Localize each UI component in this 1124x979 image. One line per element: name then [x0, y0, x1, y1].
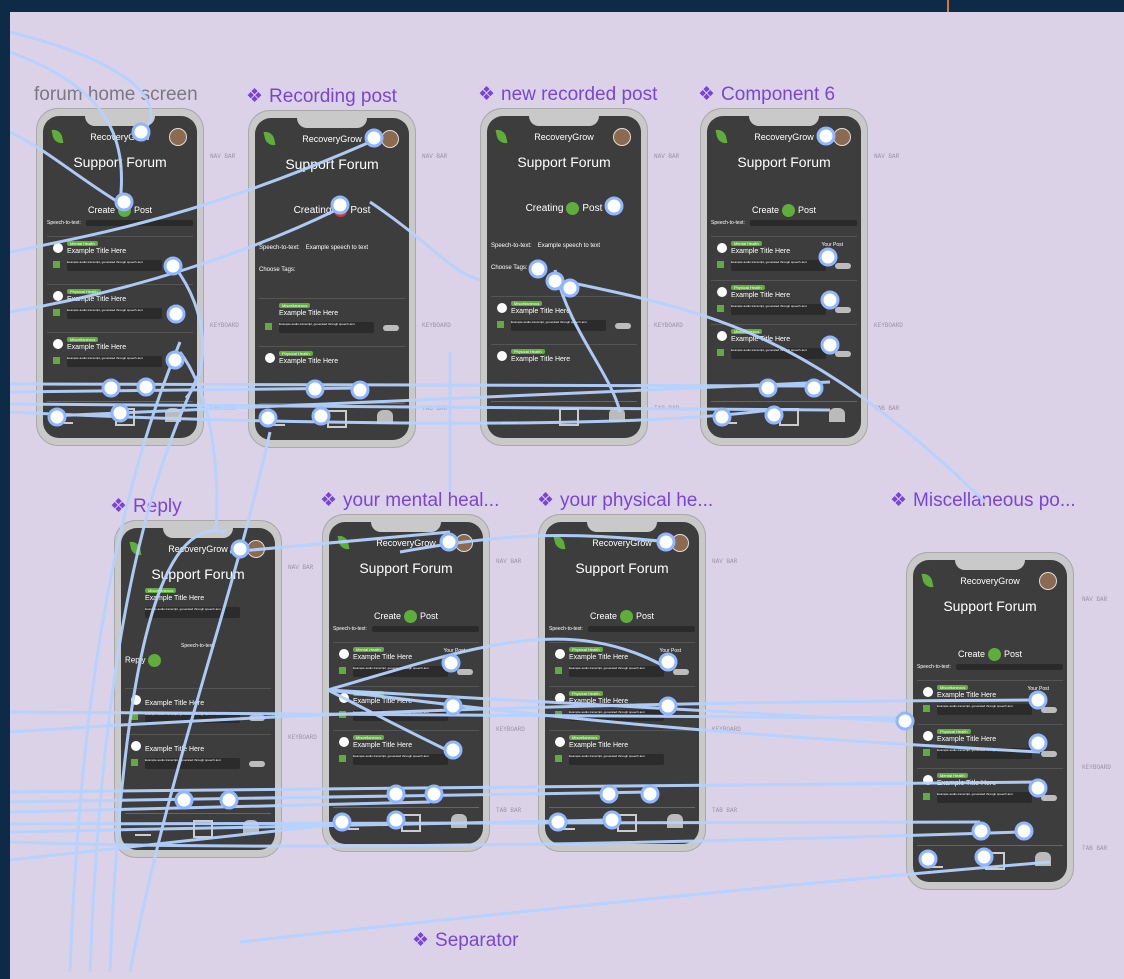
connection-handle[interactable]	[1028, 690, 1048, 710]
connection-handle[interactable]	[424, 784, 444, 804]
connection-handle[interactable]	[136, 377, 156, 397]
connection-handle[interactable]	[818, 247, 838, 267]
connection-handle[interactable]	[110, 403, 130, 423]
connection-handle[interactable]	[439, 532, 459, 552]
connection-handle[interactable]	[364, 128, 384, 148]
connection-handle[interactable]	[758, 378, 778, 398]
connection-handle[interactable]	[101, 378, 121, 398]
connection-handle[interactable]	[443, 696, 463, 716]
connection-handle[interactable]	[166, 304, 186, 324]
connection-handle[interactable]	[895, 711, 915, 731]
connection-handle[interactable]	[443, 740, 463, 760]
connection-lines	[10, 30, 1051, 973]
connection-handle[interactable]	[545, 271, 565, 291]
connection-handle[interactable]	[599, 784, 619, 804]
top-bar	[0, 0, 1124, 12]
connection-handle[interactable]	[658, 652, 678, 672]
connection-handle[interactable]	[602, 810, 622, 830]
connection-handle[interactable]	[219, 790, 239, 810]
connection-handle[interactable]	[305, 379, 325, 399]
connection-handle[interactable]	[1028, 733, 1048, 753]
connection-handle[interactable]	[918, 849, 938, 869]
connection-handle[interactable]	[658, 696, 678, 716]
connection-handle[interactable]	[332, 812, 352, 832]
prototype-connections	[10, 30, 1051, 973]
connection-handle[interactable]	[330, 195, 350, 215]
connection-handle[interactable]	[820, 290, 840, 310]
connection-handle[interactable]	[560, 278, 580, 298]
connection-handle[interactable]	[386, 810, 406, 830]
connection-handle[interactable]	[604, 196, 624, 216]
connection-handle[interactable]	[174, 790, 194, 810]
connection-handle[interactable]	[258, 408, 278, 428]
connection-handle[interactable]	[820, 335, 840, 355]
connection-handle[interactable]	[548, 812, 568, 832]
connection-handle[interactable]	[163, 256, 183, 276]
connection-handle[interactable]	[640, 784, 660, 804]
connection-handle[interactable]	[1014, 821, 1034, 841]
connection-handle[interactable]	[311, 406, 331, 426]
connection-handle[interactable]	[816, 126, 836, 146]
connection-handle[interactable]	[528, 259, 548, 279]
connection-handle[interactable]	[47, 407, 67, 427]
connection-handle[interactable]	[165, 350, 185, 370]
connection-handle[interactable]	[114, 192, 134, 212]
connection-handle[interactable]	[386, 784, 406, 804]
connection-handle[interactable]	[971, 821, 991, 841]
connection-handle[interactable]	[441, 653, 461, 673]
connection-handle[interactable]	[131, 122, 151, 142]
top-bar-marker	[947, 0, 949, 12]
design-canvas[interactable]: forum home screen ❖ Recording post ❖ new r…	[10, 12, 1124, 979]
connection-handle[interactable]	[230, 539, 250, 559]
connection-handle[interactable]	[804, 378, 824, 398]
connection-handle[interactable]	[974, 847, 994, 867]
connection-handle[interactable]	[764, 405, 784, 425]
connection-handle[interactable]	[712, 407, 732, 427]
connection-handle[interactable]	[656, 532, 676, 552]
connection-handle[interactable]	[350, 380, 370, 400]
connection-handles	[47, 122, 1048, 869]
connection-handle[interactable]	[1028, 778, 1048, 798]
